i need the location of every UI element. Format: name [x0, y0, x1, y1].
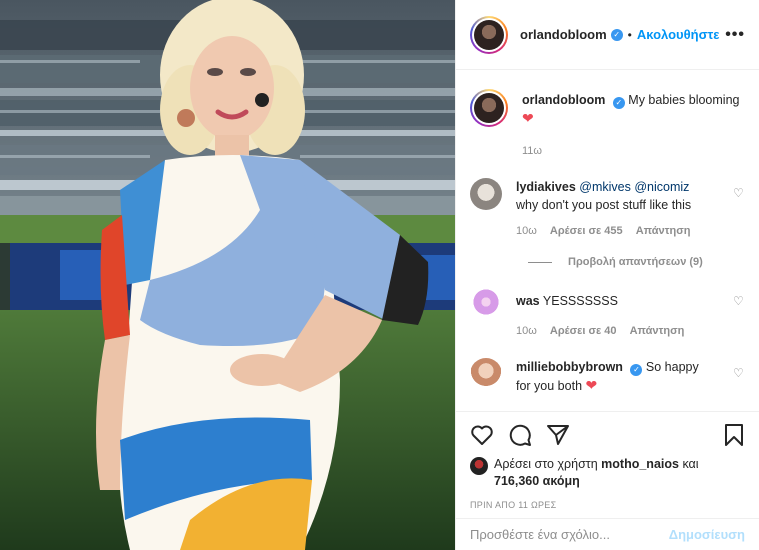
liked-by-and: και — [682, 457, 699, 471]
verified-icon: ✓ — [630, 364, 643, 376]
post-comment-button[interactable]: Δημοσίευση — [669, 527, 745, 542]
likes-count[interactable]: 716,360 ακόμη — [494, 474, 580, 488]
comment-icon[interactable] — [508, 423, 532, 447]
liked-by-user[interactable]: motho_naios — [601, 457, 679, 471]
comment-username[interactable]: was — [516, 294, 540, 308]
verified-icon: ✓ — [610, 28, 623, 41]
liker-avatar[interactable] — [470, 457, 488, 475]
comment-mention[interactable]: @mkives — [579, 180, 631, 194]
bookmark-icon[interactable] — [723, 423, 745, 447]
post-actions: Αρέσει στο χρήστη motho_naios και 716,36… — [456, 411, 759, 510]
verified-icon: ✓ — [612, 97, 625, 109]
likes-summary: Αρέσει στο χρήστη motho_naios και 716,36… — [470, 456, 745, 490]
commenter-avatar[interactable] — [470, 358, 502, 390]
comment-time[interactable]: 10ω — [516, 325, 537, 337]
more-options-icon[interactable]: ••• — [725, 26, 745, 44]
comment-likes[interactable]: Αρέσει σε 455 — [550, 225, 623, 237]
comment-time[interactable]: 10ω — [516, 225, 537, 237]
like-heart-icon[interactable] — [470, 424, 494, 446]
reply-button[interactable]: Απάντηση — [630, 325, 685, 337]
add-comment-bar: Προσθέστε ένα σχόλιο... Δημοσίευση — [456, 518, 759, 550]
caption-text: My babies blooming — [628, 93, 740, 107]
comment-input[interactable]: Προσθέστε ένα σχόλιο... — [470, 527, 610, 542]
author-username[interactable]: orlandobloom — [520, 27, 607, 42]
comment-item: milliebobbybrown ✓ So happy for you both… — [470, 358, 745, 395]
author-avatar[interactable] — [470, 15, 508, 54]
comments-list[interactable]: orlandobloom ✓ My babies blooming ❤ 11ω … — [456, 71, 759, 411]
follow-button[interactable]: Ακολουθήστε — [637, 27, 720, 42]
separator-dot: • — [627, 27, 632, 42]
liked-by-prefix: Αρέσει στο χρήστη — [494, 457, 598, 471]
comment-text: YESSSSSSS — [542, 294, 618, 308]
action-icons — [470, 422, 745, 448]
post-panel: orlandobloom ✓ • Ακολουθήστε ••• orlando… — [455, 0, 759, 550]
post-image[interactable] — [0, 0, 455, 550]
caption: orlandobloom ✓ My babies blooming ❤ 11ω — [470, 89, 745, 160]
post-header: orlandobloom ✓ • Ακολουθήστε ••• — [456, 0, 759, 70]
post-photo — [0, 0, 455, 550]
comment-username[interactable]: milliebobbybrown — [516, 360, 623, 374]
heart-emoji: ❤ — [522, 110, 534, 126]
comment-text: So happy — [645, 360, 699, 374]
post-timestamp[interactable]: ΠΡΙΝ ΑΠΟ 11 ΩΡΕΣ — [470, 500, 745, 510]
comment-item: was YESSSSSSS 10ω Αρέσει σε 40 Απάντηση … — [470, 286, 745, 340]
comment-mention[interactable]: @nicomiz — [634, 180, 689, 194]
commenter-avatar[interactable] — [470, 286, 502, 318]
comment-text: why don't you post stuff like this — [516, 198, 692, 212]
caption-time[interactable]: 11ω — [522, 145, 542, 157]
comment-like-icon[interactable]: ♡ — [733, 294, 745, 308]
view-replies-label: Προβολή απαντήσεων (9) — [568, 256, 703, 268]
comment-like-icon[interactable]: ♡ — [733, 366, 745, 380]
caption-avatar[interactable] — [470, 89, 508, 127]
share-icon[interactable] — [546, 423, 570, 447]
reply-button[interactable]: Απάντηση — [636, 225, 691, 237]
view-replies-button[interactable]: Προβολή απαντήσεων (9) — [528, 256, 745, 268]
comment-likes[interactable]: Αρέσει σε 40 — [550, 325, 617, 337]
comment-username[interactable]: lydiakives — [516, 180, 576, 194]
commenter-avatar[interactable] — [470, 178, 502, 210]
caption-username[interactable]: orlandobloom — [522, 93, 605, 107]
comment-like-icon[interactable]: ♡ — [733, 186, 745, 200]
comment-item: lydiakives @mkives @nicomiz why don't yo… — [470, 178, 745, 240]
replies-line — [528, 261, 552, 263]
comment-text-2: for you both — [516, 379, 583, 393]
heart-emoji: ❤ — [585, 377, 598, 393]
